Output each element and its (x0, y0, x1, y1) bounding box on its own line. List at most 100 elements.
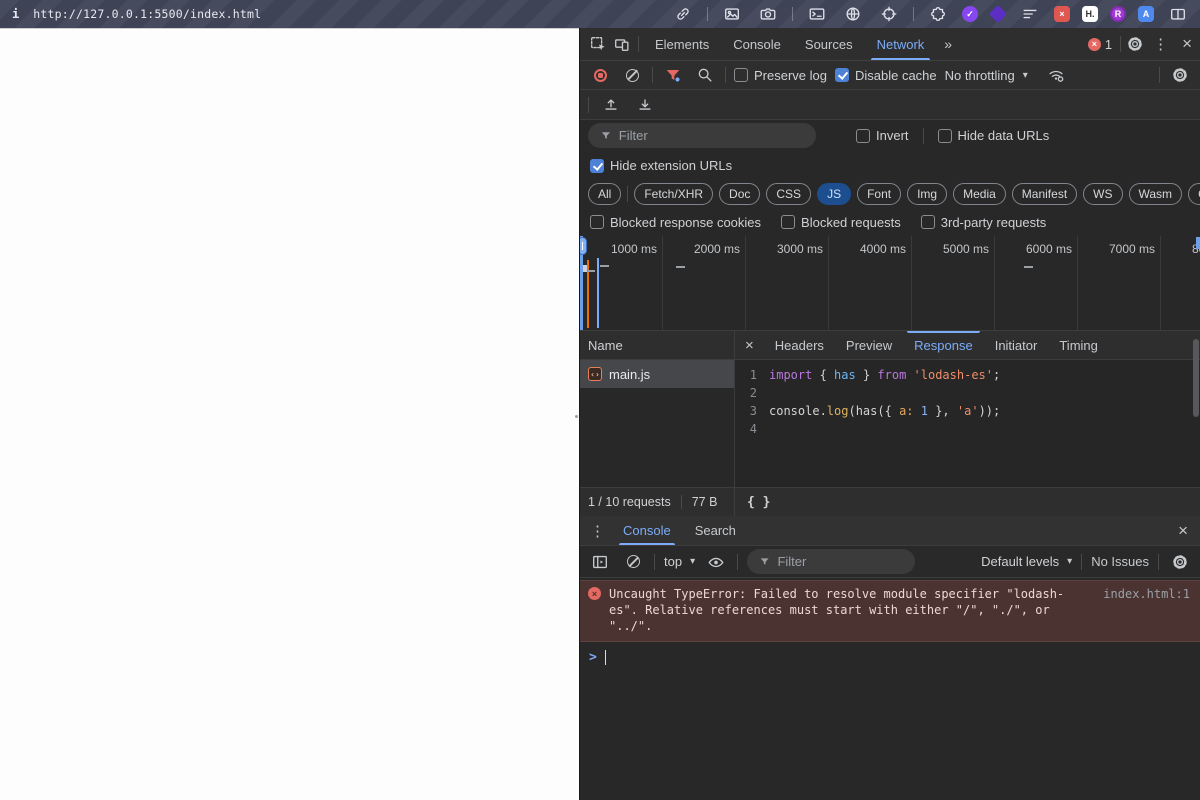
terminal-icon[interactable] (805, 2, 829, 26)
chip-media[interactable]: Media (953, 183, 1006, 205)
checkbox-3rd-party-requests[interactable]: 3rd-party requests (920, 215, 1046, 230)
chip-other[interactable]: Other (1188, 183, 1200, 205)
console-settings-gear-icon[interactable] (1168, 550, 1192, 574)
format-button[interactable]: { } (747, 495, 770, 510)
request-row-mainjs[interactable]: ‹› main.js (580, 360, 734, 388)
console-filter-input[interactable] (777, 554, 904, 569)
extension-purple-icon[interactable] (988, 4, 1008, 24)
list-lines-icon[interactable] (1018, 2, 1042, 26)
clear-console-icon[interactable] (621, 550, 645, 574)
network-settings-gear-icon[interactable] (1168, 63, 1192, 87)
live-expression-eye-icon[interactable] (704, 550, 728, 574)
record-network-log-icon[interactable] (588, 63, 612, 87)
code-token: 'lodash-es' (913, 368, 994, 382)
response-code[interactable]: 1 import { has } from 'lodash-es'; 2 3 conso… (735, 360, 1200, 487)
tab-sources[interactable]: Sources (793, 28, 865, 60)
network-conditions-icon[interactable] (1044, 63, 1068, 87)
timeline-gridline: 3000 ms (746, 236, 829, 330)
preserve-log-checkbox[interactable]: Preserve log (734, 68, 827, 83)
close-drawer-icon[interactable]: × (1170, 521, 1196, 541)
network-filter-input-wrap[interactable] (588, 123, 816, 148)
chip-ws[interactable]: WS (1083, 183, 1123, 205)
context-selector[interactable]: top ▾ (664, 554, 695, 569)
drawer-tab-console[interactable]: Console (611, 516, 683, 545)
detail-tab-response[interactable]: Response (903, 331, 984, 359)
image-icon[interactable] (720, 2, 744, 26)
divider (654, 553, 655, 570)
detail-tab-preview[interactable]: Preview (835, 331, 903, 359)
code-line: 3 console.log(has({ a: 1 }, 'a')); (735, 402, 1200, 420)
timeline-left-grip[interactable] (580, 237, 587, 255)
code-token: from (877, 368, 914, 382)
invert-checkbox[interactable]: Invert (856, 128, 909, 143)
device-toolbar-icon[interactable] (610, 32, 634, 56)
link-icon[interactable] (671, 2, 695, 26)
extension-lr-icon[interactable]: R (1110, 6, 1126, 22)
network-filter-input[interactable] (618, 128, 804, 143)
console-error-message[interactable]: × Uncaught TypeError: Failed to resolve … (580, 580, 1200, 642)
network-filter-row: Invert Hide data URLs (580, 120, 1200, 151)
chip-css[interactable]: CSS (766, 183, 812, 205)
hide-extension-urls-checkbox[interactable]: Hide extension URLs (590, 158, 732, 173)
code-line: 2 (735, 384, 1200, 402)
chip-all[interactable]: All (588, 183, 622, 205)
log-levels-dropdown[interactable]: Default levels ▾ (981, 554, 1072, 569)
clear-network-log-icon[interactable] (620, 63, 644, 87)
checkbox-blocked-requests[interactable]: Blocked requests (781, 215, 901, 230)
import-har-icon[interactable] (599, 93, 623, 117)
devtools-resize-handle[interactable] (575, 415, 578, 418)
crosshair-icon[interactable] (877, 2, 901, 26)
extension-h-icon[interactable]: H. (1082, 6, 1098, 22)
console-prompt[interactable]: > (580, 642, 1200, 665)
inspect-element-icon[interactable] (586, 32, 610, 56)
close-detail-icon[interactable]: × (737, 337, 762, 354)
extension-translate-icon[interactable]: A (1138, 6, 1154, 22)
extensions-puzzle-icon[interactable] (926, 2, 950, 26)
console-filter-input-wrap[interactable] (747, 549, 916, 574)
detail-tab-timing[interactable]: Timing (1048, 331, 1109, 359)
chip-wasm[interactable]: Wasm (1128, 183, 1183, 205)
search-icon[interactable] (693, 63, 717, 87)
disable-cache-checkbox[interactable]: Disable cache (834, 68, 937, 83)
close-devtools-icon[interactable]: × (1174, 28, 1200, 60)
code-line: 1 import { has } from 'lodash-es'; (735, 366, 1200, 384)
page-url: http://127.0.0.1:5500/index.html (33, 7, 262, 21)
chip-doc[interactable]: Doc (719, 183, 761, 205)
filter-funnel-icon[interactable] (661, 63, 685, 87)
tab-network[interactable]: Network (865, 28, 937, 60)
scrollbar-thumb[interactable] (1193, 339, 1199, 417)
detail-tab-initiator[interactable]: Initiator (984, 331, 1049, 359)
drawer-kebab-icon[interactable]: ⋮ (584, 522, 611, 540)
error-source-link[interactable]: index.html:1 (1103, 586, 1190, 634)
name-column-header[interactable]: Name (580, 331, 734, 360)
throttling-dropdown[interactable]: No throttling ▾ (945, 68, 1028, 83)
timeline-tick-label: 2000 ms (693, 242, 740, 256)
chip-font[interactable]: Font (857, 183, 902, 205)
chip-js[interactable]: JS (817, 183, 852, 205)
globe-icon[interactable] (841, 2, 865, 26)
detail-tab-headers[interactable]: Headers (764, 331, 835, 359)
split-view-icon[interactable] (1166, 2, 1190, 26)
checkbox-unchecked (856, 128, 870, 143)
extension-red-icon[interactable]: × (1054, 6, 1070, 22)
chip-manifest[interactable]: Manifest (1011, 183, 1078, 205)
tab-console[interactable]: Console (721, 28, 793, 60)
timeline-right-handle[interactable] (1196, 237, 1200, 249)
export-har-icon[interactable] (633, 93, 657, 117)
timeline-overview[interactable]: 1000 ms 2000 ms 3000 ms 4000 ms 5000 ms 6000 … (580, 236, 1200, 331)
extension-check-icon[interactable]: ✓ (962, 6, 978, 22)
divider (913, 7, 914, 21)
hide-data-urls-checkbox[interactable]: Hide data URLs (937, 128, 1049, 143)
more-tabs-icon[interactable]: » (936, 28, 960, 60)
checkbox-blocked-response-cookies[interactable]: Blocked response cookies (590, 215, 761, 230)
console-sidebar-icon[interactable] (588, 550, 612, 574)
more-options-icon[interactable]: ⋮ (1147, 28, 1174, 60)
drawer-tab-search[interactable]: Search (683, 516, 748, 545)
error-badge[interactable]: × 1 (1082, 28, 1118, 60)
camera-icon[interactable] (756, 2, 780, 26)
settings-gear-icon[interactable] (1123, 32, 1147, 56)
chip-fetch-xhr[interactable]: Fetch/XHR (634, 183, 714, 205)
tab-elements[interactable]: Elements (643, 28, 721, 60)
issues-counter[interactable]: No Issues (1091, 554, 1149, 569)
chip-img[interactable]: Img (907, 183, 948, 205)
